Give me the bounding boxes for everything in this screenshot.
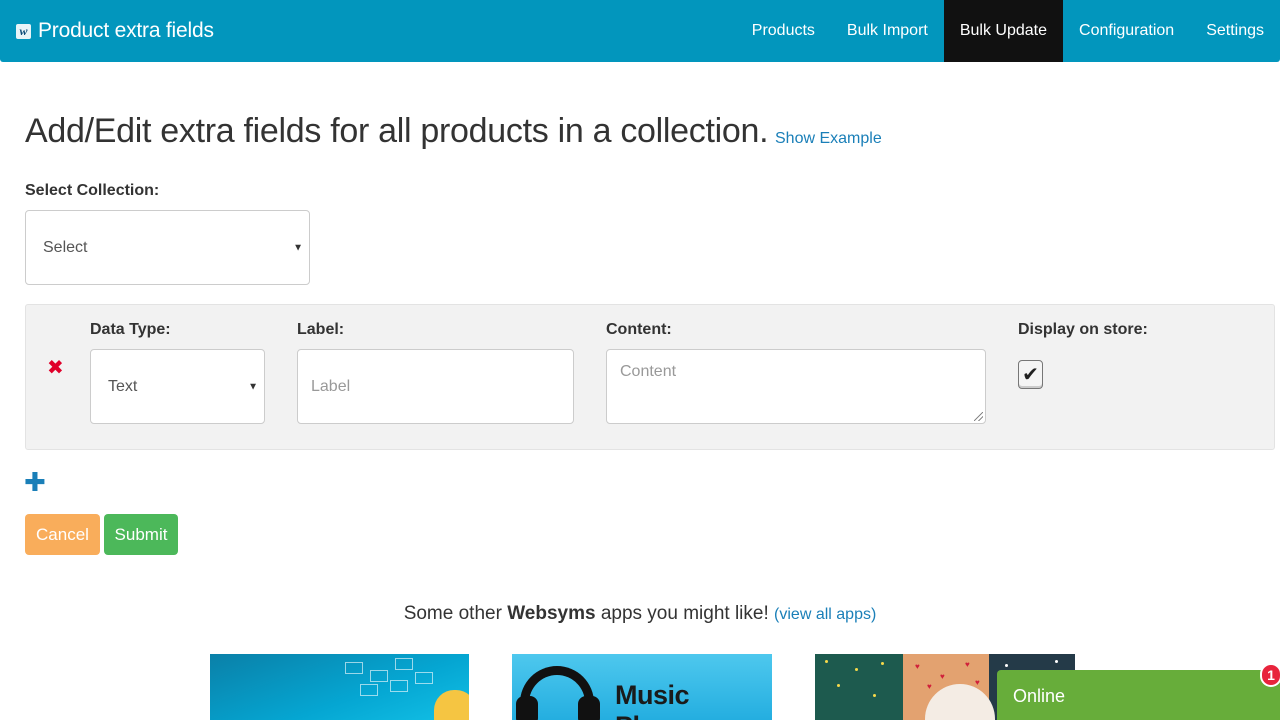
app-card-music-player[interactable]: Music Player (512, 654, 772, 720)
checkmark-icon: ✔ (1022, 364, 1039, 386)
star-dot (1005, 664, 1008, 667)
snow-dot (837, 684, 840, 687)
star-dot (1055, 660, 1058, 663)
nav-menu: Products Bulk Import Bulk Update Configu… (736, 0, 1280, 62)
promo-suffix: apps you might like! (595, 603, 769, 624)
nav-item-settings[interactable]: Settings (1190, 0, 1280, 62)
heart-icon: ♥ (965, 660, 970, 669)
data-type-label: Data Type: (90, 321, 171, 338)
envelope-icon (395, 658, 413, 670)
snow-dot (855, 668, 858, 671)
label-input[interactable]: Label (297, 349, 574, 424)
label-field-label: Label: (297, 321, 345, 338)
collection-select[interactable]: Select ▼ (25, 210, 310, 285)
snow-dot (825, 660, 828, 663)
snow-dot (873, 694, 876, 697)
view-all-apps-link[interactable]: (view all apps) (774, 606, 876, 623)
cancel-button[interactable]: Cancel (25, 514, 100, 555)
heart-icon: ♥ (927, 682, 932, 691)
resize-grip-icon[interactable] (974, 412, 983, 421)
remove-field-icon[interactable]: ✖ (47, 355, 64, 380)
chat-widget[interactable]: Online (997, 670, 1280, 720)
promo-brand: Websyms (507, 603, 596, 624)
envelope-icon (415, 672, 433, 684)
brand-logo-icon: w (16, 23, 31, 39)
submit-button[interactable]: Submit (104, 514, 178, 555)
select-collection-label: Select Collection: (25, 182, 160, 199)
envelope-icon (390, 680, 408, 692)
data-type-select-value: Text (108, 377, 138, 395)
caret-down-icon: ▼ (248, 381, 258, 392)
show-example-link[interactable]: Show Example (775, 130, 882, 148)
heart-icon: ♥ (915, 662, 920, 671)
heart-icon: ♥ (940, 672, 945, 681)
brand-title: Product extra fields (38, 19, 214, 42)
nav-item-configuration[interactable]: Configuration (1063, 0, 1190, 62)
label-input-placeholder: Label (311, 377, 351, 395)
data-type-select[interactable]: Text ▼ (90, 349, 265, 424)
brand[interactable]: w Product extra fields (16, 18, 214, 44)
display-on-store-label: Display on store: (1018, 321, 1148, 338)
caret-down-icon: ▼ (293, 242, 303, 253)
bell-icon (434, 690, 469, 720)
promo-prefix: Some other (403, 603, 508, 624)
envelope-icon (345, 662, 363, 674)
snow-dot (881, 662, 884, 665)
content-textarea[interactable]: Content (606, 349, 986, 424)
headphone-cup-icon (516, 696, 538, 720)
music-player-title: Music Player (615, 680, 694, 720)
collection-select-value: Select (43, 238, 88, 256)
nav-item-bulk-update[interactable]: Bulk Update (943, 0, 1064, 62)
headphone-cup-icon (578, 696, 600, 720)
page-title: Add/Edit extra fields for all products i… (25, 112, 769, 150)
nav-item-products[interactable]: Products (736, 0, 831, 62)
chat-notification-badge[interactable]: 1 (1260, 663, 1280, 687)
heart-icon: ♥ (975, 678, 980, 687)
envelope-icon (370, 670, 388, 682)
other-apps-promo: Some other Websyms apps you might like! … (0, 603, 1280, 625)
effect-panel (815, 654, 903, 720)
display-on-store-checkbox[interactable]: ✔ (1018, 360, 1043, 389)
add-field-icon[interactable]: ✚ (24, 469, 46, 495)
top-navbar: w Product extra fields Products Bulk Imp… (0, 0, 1280, 62)
app-card-notifications[interactable] (210, 654, 469, 720)
envelope-icon (360, 684, 378, 696)
content-field-label: Content: (606, 321, 672, 338)
nav-item-bulk-import[interactable]: Bulk Import (831, 0, 944, 62)
content-textarea-placeholder: Content (620, 363, 677, 380)
chat-status: Online (1013, 686, 1066, 706)
